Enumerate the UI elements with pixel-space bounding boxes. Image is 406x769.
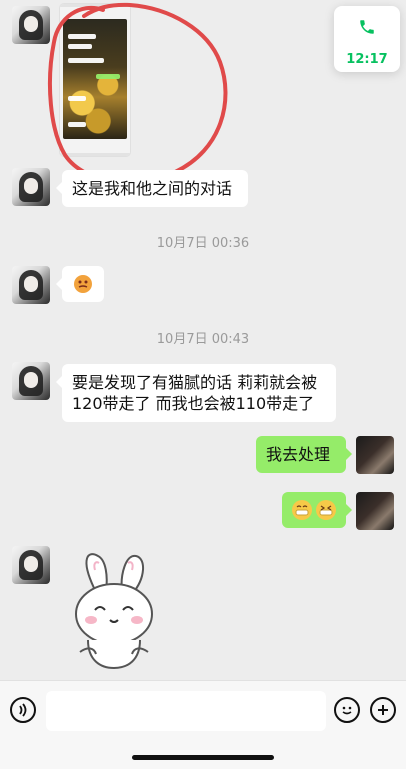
avatar[interactable]: [12, 362, 50, 400]
emoji-bubble[interactable]: [282, 492, 352, 528]
avatar[interactable]: [12, 6, 50, 44]
avatar[interactable]: [356, 436, 394, 474]
timestamp: 10月7日 00:43: [156, 332, 250, 347]
screenshot-message: [68, 96, 86, 101]
grinning-emoji-icon: [292, 500, 336, 520]
avatar-face: [24, 16, 38, 32]
emoji-icon: [74, 275, 92, 293]
avatar-face: [24, 276, 38, 292]
message-text: 要是发现了有猫腻的话 莉莉就会被120带走了 而我也会被110带走了: [72, 373, 318, 413]
screenshot-message: [68, 58, 104, 63]
avatar[interactable]: [12, 168, 50, 206]
shared-screenshot-image[interactable]: [60, 4, 130, 156]
message-bubble[interactable]: 要是发现了有猫腻的话 莉莉就会被120带走了 而我也会被110带走了: [56, 364, 336, 422]
emoji-bubble[interactable]: [56, 266, 104, 302]
smiley-icon[interactable]: [334, 697, 360, 723]
screenshot-message: [68, 44, 92, 49]
home-indicator: [132, 755, 274, 760]
phone-icon: [360, 20, 374, 34]
message-input[interactable]: [46, 691, 326, 731]
avatar-face: [24, 178, 38, 194]
message-text: 我去处理: [266, 445, 331, 464]
screenshot-top-bar: [60, 4, 130, 7]
call-time: 12:17: [346, 52, 388, 67]
plus-icon[interactable]: [370, 697, 396, 723]
message-bubble[interactable]: 我去处理: [256, 436, 352, 473]
bunny-sticker[interactable]: [70, 548, 158, 672]
voice-waves-icon: [19, 703, 27, 717]
screenshot-message: [96, 74, 120, 79]
voice-icon[interactable]: [10, 697, 36, 723]
avatar-face: [24, 556, 38, 572]
message-bubble[interactable]: 这是我和他之间的对话: [56, 170, 248, 207]
smiley-face-icon: [342, 706, 352, 715]
message-text: 这是我和他之间的对话: [72, 179, 233, 198]
avatar[interactable]: [12, 266, 50, 304]
timestamp: 10月7日 00:36: [156, 236, 250, 251]
plus-sign-icon: [378, 705, 388, 715]
screenshot-bottom-bar: [60, 153, 130, 156]
screenshot-message: [68, 34, 96, 39]
avatar[interactable]: [12, 546, 50, 584]
avatar[interactable]: [356, 492, 394, 530]
screenshot-message: [68, 122, 86, 127]
avatar-face: [24, 372, 38, 388]
voice-call-card[interactable]: 12:17: [334, 6, 400, 72]
